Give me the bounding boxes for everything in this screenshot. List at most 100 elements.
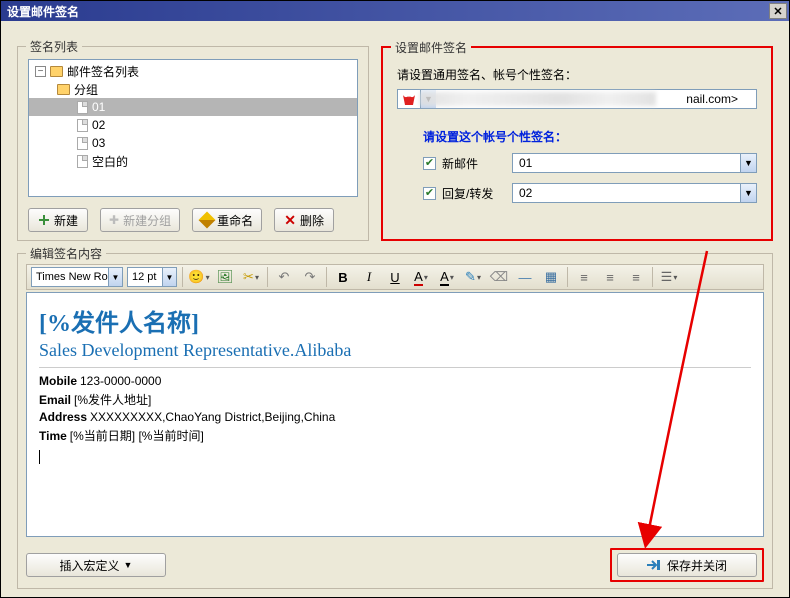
insert-image-button[interactable]: 🖼: [214, 266, 236, 288]
clear-format-button[interactable]: ⌫: [488, 266, 510, 288]
font-color2-button[interactable]: A: [436, 266, 458, 288]
italic-button[interactable]: I: [358, 266, 380, 288]
hr-button[interactable]: —: [514, 266, 536, 288]
tree-item-02[interactable]: 02: [29, 116, 357, 134]
sub-prompt: 请设置这个帐号个性签名：: [423, 128, 567, 145]
sig-email-line: Email [%发件人地址]: [39, 391, 751, 408]
bold-button[interactable]: B: [332, 266, 354, 288]
separator: [652, 267, 653, 287]
insert-macro-label: 插入宏定义: [60, 557, 120, 574]
tree-root[interactable]: − 邮件签名列表: [29, 62, 357, 80]
collapse-icon[interactable]: −: [35, 66, 46, 77]
new-button-label: 新建: [54, 212, 78, 229]
reply-checkbox[interactable]: ✔: [423, 187, 436, 200]
new-mail-value: 01: [519, 156, 740, 170]
group-label: 设置邮件签名: [391, 39, 471, 56]
separator: [326, 267, 327, 287]
align-center-button[interactable]: ≡: [599, 266, 621, 288]
tree-item-label: 01: [92, 100, 105, 114]
undo-button[interactable]: ↶: [273, 266, 295, 288]
sig-time-label: Time: [39, 429, 67, 443]
new-mail-checkbox[interactable]: ✔: [423, 157, 436, 170]
text-caret: [39, 450, 40, 464]
foxmail-icon: [400, 91, 418, 109]
separator: [267, 267, 268, 287]
reply-label: 回复/转发: [442, 185, 506, 202]
align-left-button[interactable]: ≡: [573, 266, 595, 288]
rename-button[interactable]: 重命名: [192, 208, 262, 232]
redo-button[interactable]: ↷: [299, 266, 321, 288]
tree-item-label: 02: [92, 118, 105, 132]
insert-macro-button[interactable]: 插入宏定义 ▼: [26, 553, 166, 577]
chevron-down-icon[interactable]: ▼: [740, 154, 756, 172]
font-size-select[interactable]: 12 pt ▼: [127, 267, 177, 287]
page-icon: [77, 155, 88, 168]
tree-item-01[interactable]: 01: [29, 98, 357, 116]
sig-email-value: [%发件人地址]: [74, 393, 151, 407]
save-highlight: 保存并关闭: [610, 548, 764, 582]
chevron-down-icon[interactable]: ▼: [108, 268, 122, 286]
tree-item-03[interactable]: 03: [29, 134, 357, 152]
align-right-button[interactable]: ≡: [625, 266, 647, 288]
sig-title: Sales Development Representative.Alibaba: [39, 340, 751, 361]
tree-item-blank[interactable]: 空白的: [29, 152, 357, 170]
account-combo[interactable]: nail.com> ▼: [397, 89, 757, 109]
sig-address-label: Address: [39, 410, 87, 424]
folder-plus-icon: ✚: [109, 213, 119, 227]
close-button[interactable]: ✕: [769, 3, 787, 19]
chevron-down-icon[interactable]: ▼: [740, 184, 756, 202]
tree-root-label: 邮件签名列表: [67, 63, 139, 80]
chevron-down-icon: ▼: [124, 560, 133, 570]
highlight-button[interactable]: ✎: [462, 266, 484, 288]
tree-group[interactable]: 分组: [29, 80, 357, 98]
emoji-button[interactable]: 🙂: [188, 266, 210, 288]
reply-row: ✔ 回复/转发 02 ▼: [423, 182, 757, 204]
separator: [567, 267, 568, 287]
group-label: 编辑签名内容: [26, 245, 106, 262]
sig-name: [%发件人名称]: [39, 303, 751, 338]
delete-label: 删除: [300, 212, 324, 229]
list-button[interactable]: ☰: [658, 266, 680, 288]
tree-group-label: 分组: [74, 81, 98, 98]
page-icon: [77, 101, 88, 114]
tree-item-label: 空白的: [92, 153, 128, 170]
reply-combo[interactable]: 02 ▼: [512, 183, 757, 203]
edit-signature-group: 编辑签名内容 Times New Ro ▼ 12 pt ▼ 🙂 🖼 ✂ ↶ ↷ …: [17, 253, 773, 589]
edit-bottom-row: 插入宏定义 ▼ 保存并关闭: [26, 552, 764, 578]
sig-mobile-line: Mobile 123-0000-0000: [39, 374, 751, 389]
delete-icon: ✕: [284, 212, 296, 229]
new-mail-label: 新邮件: [442, 155, 506, 172]
font-family-select[interactable]: Times New Ro ▼: [31, 267, 123, 287]
page-icon: [77, 119, 88, 132]
screenshot-button[interactable]: ✂: [240, 266, 262, 288]
font-size-value: 12 pt: [132, 271, 156, 283]
signature-tree[interactable]: − 邮件签名列表 分组 01 02 03 空白的: [28, 59, 358, 197]
sig-time-value: [%当前日期] [%当前时间]: [70, 429, 204, 443]
new-group-button[interactable]: ✚ 新建分组: [100, 208, 180, 232]
folder-icon: [57, 84, 70, 95]
new-mail-combo[interactable]: 01 ▼: [512, 153, 757, 173]
new-button[interactable]: 新建: [28, 208, 88, 232]
delete-button[interactable]: ✕ 删除: [274, 208, 334, 232]
editor-area[interactable]: [%发件人名称] Sales Development Representativ…: [26, 292, 764, 537]
chevron-down-icon[interactable]: ▼: [162, 268, 176, 286]
font-family-value: Times New Ro: [36, 271, 108, 283]
reply-value: 02: [519, 186, 740, 200]
underline-button[interactable]: U: [384, 266, 406, 288]
window-title: 设置邮件签名: [7, 3, 79, 20]
sig-email-label: Email: [39, 393, 71, 407]
save-close-label: 保存并关闭: [667, 557, 727, 574]
page-icon: [77, 137, 88, 150]
new-group-label: 新建分组: [123, 212, 171, 229]
separator: [182, 267, 183, 287]
sig-mobile-label: Mobile: [39, 374, 77, 388]
table-button[interactable]: ▦: [540, 266, 562, 288]
group-label: 签名列表: [26, 38, 82, 55]
save-close-button[interactable]: 保存并关闭: [617, 553, 757, 577]
sig-address-line: Address XXXXXXXXX,ChaoYang District,Beij…: [39, 410, 751, 425]
titlebar: 设置邮件签名 ✕: [1, 1, 789, 21]
font-color-button[interactable]: A: [410, 266, 432, 288]
pencil-icon: [199, 212, 216, 229]
tree-button-row: 新建 ✚ 新建分组 重命名 ✕ 删除: [28, 208, 358, 232]
account-row: nail.com> ▼: [397, 88, 757, 110]
